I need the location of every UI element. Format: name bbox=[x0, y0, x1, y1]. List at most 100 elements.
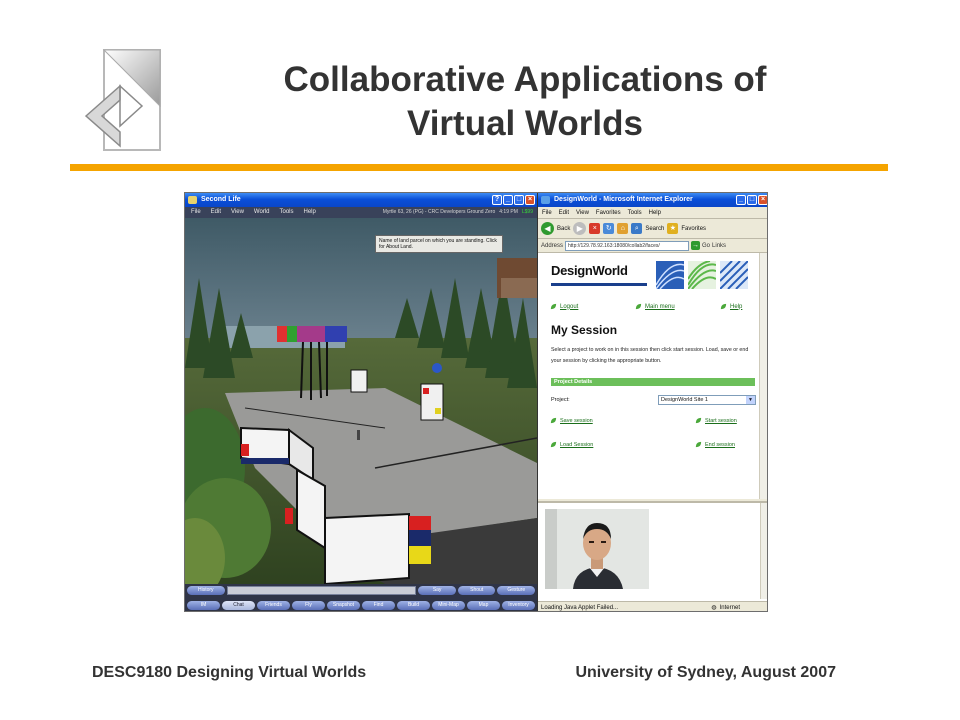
blue-stripes-tile-icon bbox=[656, 261, 684, 289]
toolbar-build-button[interactable]: Build bbox=[397, 600, 430, 610]
slide-title-line-2: Virtual Worlds bbox=[407, 104, 643, 143]
sl-location[interactable]: Myrtle 63, 26 (PG) - CRC Developers Grou… bbox=[383, 207, 496, 218]
second-life-window: Second Life ? _ □ × File Edit View World… bbox=[185, 193, 537, 611]
maximize-window-icon[interactable]: □ bbox=[514, 195, 524, 205]
second-life-titlebar[interactable]: Second Life ? _ □ × bbox=[185, 193, 537, 207]
sl-menu-help[interactable]: Help bbox=[304, 207, 316, 218]
second-life-window-title: Second Life bbox=[201, 196, 241, 203]
go-arrow-icon[interactable]: → bbox=[691, 241, 701, 250]
save-session-label[interactable]: Save session bbox=[560, 418, 593, 424]
ie-status-bar: Loading Java Applet Failed... ◍ Internet bbox=[538, 601, 767, 611]
toolbar-minimap-button[interactable]: Mini-Map bbox=[432, 600, 465, 610]
chat-input[interactable] bbox=[226, 586, 417, 595]
search-button-label[interactable]: Search bbox=[645, 226, 664, 232]
leaf-icon bbox=[550, 441, 557, 448]
toolbar-fly-button[interactable]: Fly bbox=[292, 600, 325, 610]
say-button[interactable]: Say bbox=[418, 586, 456, 595]
help-link[interactable]: Help bbox=[720, 303, 742, 310]
ie-menu-edit[interactable]: Edit bbox=[559, 207, 569, 218]
start-session-link[interactable]: Start session bbox=[695, 417, 737, 424]
footer-institution: University of Sydney, August 2007 bbox=[575, 664, 836, 681]
toolbar-im-button[interactable]: IM bbox=[187, 600, 220, 610]
load-session-label[interactable]: Load Session bbox=[560, 442, 593, 448]
land-parcel-tooltip: Name of land parcel on which you are sta… bbox=[375, 235, 503, 253]
leaf-icon bbox=[695, 441, 702, 448]
toolbar-chat-button[interactable]: Chat bbox=[222, 600, 255, 610]
home-icon[interactable]: ⌂ bbox=[617, 223, 629, 234]
video-applet-frame bbox=[538, 501, 767, 601]
search-icon[interactable]: ⌕ bbox=[631, 223, 643, 234]
help-window-icon[interactable]: ? bbox=[492, 195, 502, 205]
blue-grid-tile-icon bbox=[720, 261, 748, 289]
leaf-icon bbox=[550, 303, 557, 310]
main-menu-link[interactable]: Main menu bbox=[635, 303, 675, 310]
save-session-link[interactable]: Save session bbox=[550, 417, 593, 424]
chevron-down-icon[interactable]: ▼ bbox=[746, 396, 755, 404]
ie-menu-tools[interactable]: Tools bbox=[628, 207, 642, 218]
page-scrollbar[interactable] bbox=[759, 253, 767, 499]
internet-explorer-window: DesignWorld - Microsoft Internet Explore… bbox=[537, 193, 767, 611]
end-session-label[interactable]: End session bbox=[705, 442, 735, 448]
sl-status-area: Myrtle 63, 26 (PG) - CRC Developers Grou… bbox=[383, 207, 533, 218]
logout-link[interactable]: Logout bbox=[550, 303, 578, 310]
stop-icon[interactable]: × bbox=[589, 223, 601, 234]
go-button-label[interactable]: Go bbox=[702, 243, 710, 249]
favorites-button-label[interactable]: Favorites bbox=[681, 226, 706, 232]
ie-maximize-icon[interactable]: □ bbox=[747, 195, 757, 205]
sl-menu-tools[interactable]: Tools bbox=[279, 207, 293, 218]
minimize-window-icon[interactable]: _ bbox=[503, 195, 513, 205]
gesture-dropdown[interactable]: Gesture bbox=[497, 586, 536, 595]
status-text: Loading Java Applet Failed... bbox=[541, 605, 619, 611]
favorites-star-icon[interactable]: ★ bbox=[667, 223, 679, 234]
ie-menu-file[interactable]: File bbox=[542, 207, 552, 218]
ie-window-title: DesignWorld - Microsoft Internet Explore… bbox=[554, 196, 693, 203]
refresh-icon[interactable]: ↻ bbox=[603, 223, 615, 234]
end-session-link[interactable]: End session bbox=[695, 441, 735, 448]
back-button-label[interactable]: Back bbox=[557, 226, 570, 232]
shout-button[interactable]: Shout bbox=[457, 586, 496, 595]
toolbar-snapshot-button[interactable]: Snapshot bbox=[327, 600, 360, 610]
forward-arrow-icon[interactable]: ▶ bbox=[573, 222, 587, 235]
start-session-label[interactable]: Start session bbox=[705, 418, 737, 424]
webcam-video bbox=[545, 509, 649, 589]
toolbar-map-button[interactable]: Map bbox=[467, 600, 500, 610]
sl-menu-file[interactable]: File bbox=[191, 207, 201, 218]
project-label: Project: bbox=[551, 397, 570, 403]
sl-time: 4:19 PM bbox=[499, 209, 518, 215]
ie-minimize-icon[interactable]: _ bbox=[736, 195, 746, 205]
ie-menu-favorites[interactable]: Favorites bbox=[596, 207, 621, 218]
ie-address-bar: Address http://129.78.92.163:18080/colla… bbox=[538, 239, 767, 253]
ie-titlebar[interactable]: DesignWorld - Microsoft Internet Explore… bbox=[538, 193, 767, 207]
sl-balance[interactable]: L$99 bbox=[522, 207, 533, 218]
ie-app-icon bbox=[541, 196, 550, 204]
session-heading: My Session bbox=[551, 323, 618, 337]
history-button[interactable]: History bbox=[187, 586, 225, 595]
toolbar-inventory-button[interactable]: Inventory bbox=[502, 600, 535, 610]
leaf-icon bbox=[695, 417, 702, 424]
course-logo-icon bbox=[84, 49, 161, 151]
toolbar-friends-button[interactable]: Friends bbox=[257, 600, 290, 610]
logout-link-label[interactable]: Logout bbox=[560, 304, 578, 310]
applet-scrollbar[interactable] bbox=[760, 503, 767, 599]
slide-title-line-1: Collaborative Applications of bbox=[283, 60, 767, 99]
main-menu-link-label[interactable]: Main menu bbox=[645, 304, 675, 310]
leaf-icon bbox=[550, 417, 557, 424]
ie-menu-view[interactable]: View bbox=[576, 207, 589, 218]
toolbar-find-button[interactable]: Find bbox=[362, 600, 395, 610]
address-label: Address bbox=[541, 242, 564, 249]
ie-close-icon[interactable]: × bbox=[758, 195, 767, 205]
close-window-icon[interactable]: × bbox=[525, 195, 535, 205]
logo-underline bbox=[551, 283, 647, 286]
back-arrow-icon[interactable]: ◀ bbox=[541, 222, 554, 235]
sl-menu-view[interactable]: View bbox=[231, 207, 244, 218]
address-input[interactable]: http://129.78.92.163:18080/collab2/faces… bbox=[565, 240, 690, 251]
sl-menu-world[interactable]: World bbox=[254, 207, 270, 218]
project-select[interactable]: DesignWorld Site 1 ▼ bbox=[658, 395, 756, 405]
designworld-page: DesignWorld Logout Main menu Help My Ses… bbox=[538, 253, 760, 499]
virtual-world-viewport[interactable] bbox=[185, 218, 537, 584]
help-link-label[interactable]: Help bbox=[730, 304, 742, 310]
sl-menu-edit[interactable]: Edit bbox=[211, 207, 221, 218]
ie-menu-help[interactable]: Help bbox=[649, 207, 661, 218]
load-session-link[interactable]: Load Session bbox=[550, 441, 593, 448]
links-label[interactable]: Links bbox=[712, 243, 726, 249]
